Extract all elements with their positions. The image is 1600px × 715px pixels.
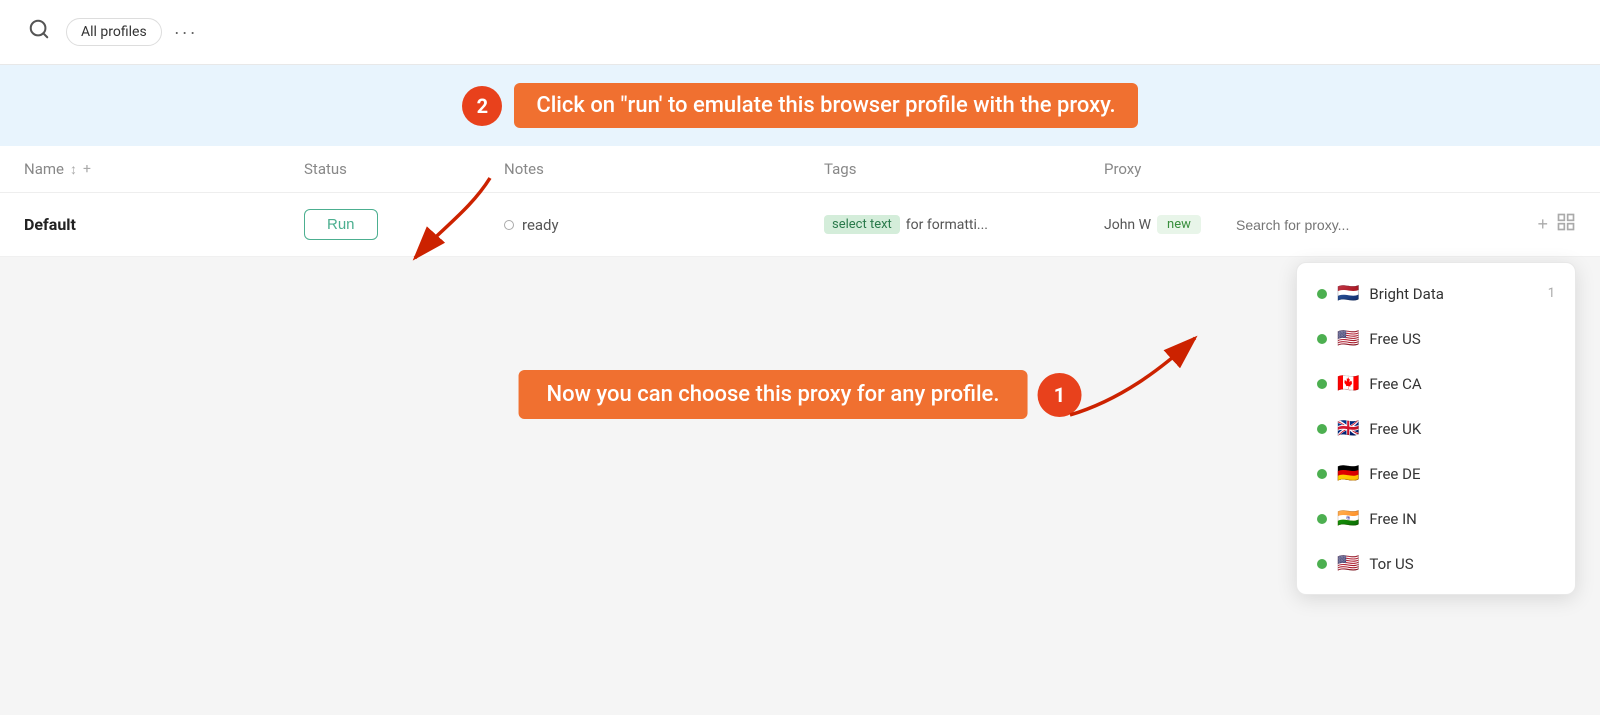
proxy-name-freein: Free IN xyxy=(1369,510,1555,528)
search-button[interactable] xyxy=(24,14,54,50)
proxy-dot-freeus xyxy=(1317,334,1327,344)
table-header: Name ↕ + Status Notes Tags Proxy xyxy=(0,146,1600,193)
proxy-name-freeuk: Free UK xyxy=(1369,420,1555,438)
status-indicator xyxy=(504,220,514,230)
col-header-notes: Notes xyxy=(504,160,824,178)
notes-cell: select text for formatti... xyxy=(824,215,1104,234)
proxy-dot-freein xyxy=(1317,514,1327,524)
col-header-name: Name ↕ + xyxy=(24,160,304,178)
proxy-search-input[interactable] xyxy=(1236,217,1527,233)
col-header-status: Status xyxy=(304,160,504,178)
profile-selector[interactable]: All profiles xyxy=(66,18,162,46)
main-table-area: Name ↕ + Status Notes Tags Proxy Default… xyxy=(0,146,1600,257)
proxy-dot-torus xyxy=(1317,559,1327,569)
proxy-count-brightdata: 1 xyxy=(1548,286,1555,301)
step-badge-1: 1 xyxy=(1037,373,1081,417)
proxy-flag-freed: 🇩🇪 xyxy=(1337,463,1359,484)
notes-rest: for formatti... xyxy=(906,217,988,233)
proxy-flag-freein: 🇮🇳 xyxy=(1337,508,1359,529)
instruction-text-top: Click on "run' to emulate this browser p… xyxy=(514,83,1137,128)
proxy-dropdown: 🇳🇱 Bright Data 1 🇺🇸 Free US 🇨🇦 Free CA xyxy=(1296,262,1576,595)
run-cell: Run xyxy=(304,209,504,240)
instruction-banner-bottom: Now you can choose this proxy for any pr… xyxy=(519,370,1082,419)
proxy-item-freein[interactable]: 🇮🇳 Free IN xyxy=(1297,496,1575,541)
proxy-name-freeca: Free CA xyxy=(1369,375,1555,393)
proxy-flag-torus: 🇺🇸 xyxy=(1337,553,1359,574)
proxy-item-freed[interactable]: 🇩🇪 Free DE xyxy=(1297,451,1575,496)
proxy-flag-freeus: 🇺🇸 xyxy=(1337,328,1359,349)
status-cell: ready xyxy=(504,216,824,234)
proxy-name-torus: Tor US xyxy=(1369,555,1555,573)
sort-icon[interactable]: ↕ xyxy=(70,161,77,178)
tags-cell: John W new + 🇳🇱 xyxy=(1104,215,1576,234)
proxy-name-freeus: Free US xyxy=(1369,330,1555,348)
proxy-dot-brightdata xyxy=(1317,289,1327,299)
proxy-item-freeus[interactable]: 🇺🇸 Free US xyxy=(1297,316,1575,361)
instruction-banner-top: 2 Click on "run' to emulate this browser… xyxy=(0,65,1600,146)
proxy-name-freed: Free DE xyxy=(1369,465,1555,483)
col-header-proxy: Proxy xyxy=(1104,160,1576,178)
proxy-item-torus[interactable]: 🇺🇸 Tor US xyxy=(1297,541,1575,586)
proxy-flag-freeca: 🇨🇦 xyxy=(1337,373,1359,394)
instruction-text-bottom: Now you can choose this proxy for any pr… xyxy=(519,370,1028,419)
proxy-item-brightdata[interactable]: 🇳🇱 Bright Data 1 xyxy=(1297,271,1575,316)
proxy-name-brightdata: Bright Data xyxy=(1369,285,1537,303)
status-text: ready xyxy=(522,216,559,234)
add-profile-icon[interactable]: + xyxy=(83,161,91,177)
proxy-item-freeca[interactable]: 🇨🇦 Free CA xyxy=(1297,361,1575,406)
instruction-pill-2: 2 Click on "run' to emulate this browser… xyxy=(462,83,1137,128)
proxy-flag-brightdata: 🇳🇱 xyxy=(1337,283,1359,304)
step-badge-2: 2 xyxy=(462,86,502,126)
proxy-dot-freeca xyxy=(1317,379,1327,389)
proxy-dot-freed xyxy=(1317,469,1327,479)
proxy-flag-freeuk: 🇬🇧 xyxy=(1337,418,1359,439)
tag-john: John W xyxy=(1104,217,1151,233)
col-name-label: Name xyxy=(24,160,64,178)
proxy-list-button[interactable] xyxy=(1556,212,1576,237)
top-bar: All profiles ··· xyxy=(0,0,1600,65)
proxy-actions: + xyxy=(1537,212,1576,237)
col-header-tags: Tags xyxy=(824,160,1104,178)
proxy-dot-freeuk xyxy=(1317,424,1327,434)
table-row: Default Run ready select text for format… xyxy=(0,193,1600,257)
notes-highlight: select text xyxy=(824,215,900,234)
add-proxy-button[interactable]: + xyxy=(1537,214,1548,235)
proxy-cell: + 🇳🇱 Bright Data 1 xyxy=(1236,212,1576,237)
run-button[interactable]: Run xyxy=(304,209,378,240)
tag-new: new xyxy=(1157,215,1201,234)
more-options-button[interactable]: ··· xyxy=(174,22,198,43)
proxy-item-freeuk[interactable]: 🇬🇧 Free UK xyxy=(1297,406,1575,451)
profile-name: Default xyxy=(24,215,304,234)
